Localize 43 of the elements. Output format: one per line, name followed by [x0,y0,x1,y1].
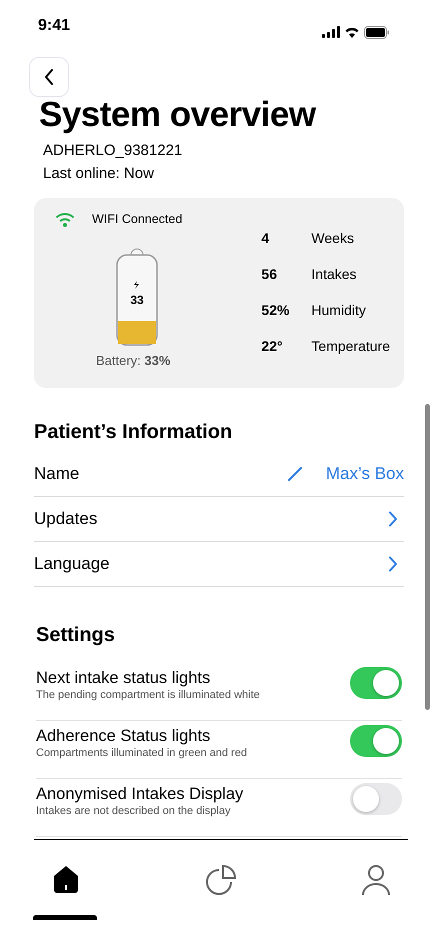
signal-icon [322,26,340,38]
device-id: ADHERLO_9381221 [43,140,184,161]
wifi-icon [344,26,360,38]
back-icon [44,69,54,85]
setting-title: Anonymised Intakes Display [36,784,244,805]
setting-description: The pending compartment is illuminated white [36,688,260,702]
stat-value: 22° [261,336,284,356]
pencil-icon [288,466,302,481]
setting-description: Compartments illuminated in green and red [36,746,247,760]
last-online-text: Last online: Now [43,164,155,184]
setting-title: Next intake status lights [36,668,212,689]
profile-icon [362,864,390,896]
wifi-status: WIFI Connected [92,210,182,228]
row-label: Name [34,463,80,485]
chevron-right-icon[interactable] [388,556,398,572]
stat-value: 52% [261,300,290,320]
row-label: Updates [34,508,98,530]
page-title: System overview [39,97,318,134]
chevron-right-icon[interactable] [388,510,398,527]
stat-label: Temperature [311,336,390,356]
tab-indicator [33,915,97,920]
stat-label: Weeks [311,228,354,248]
stat-value: 56 [261,264,278,284]
name-link[interactable]: Max’s Box [326,461,404,486]
stat-label: Intakes [311,264,357,284]
battery-icon [364,26,390,38]
battery-caption: Battery: 33% [96,352,172,370]
back-button[interactable] [29,57,69,97]
toggle-switch[interactable] [350,724,402,757]
wifi-icon [54,211,76,228]
toggle-switch[interactable] [350,666,402,699]
battery-reading: 33 [130,292,144,306]
setting-title: Adherence Status lights [36,726,212,747]
pie-chart-icon [205,864,237,896]
status-time: 9:41 [38,16,70,36]
section-heading: Settings [36,622,116,647]
home-icon [51,864,81,894]
stat-label: Humidity [311,300,366,320]
stat-value: 4 [261,228,270,248]
toggle-switch[interactable] [350,782,402,815]
section-heading: Patient’s Information [34,420,234,444]
row-label: Language [34,553,110,575]
setting-description: Intakes are not described on the display [36,804,232,818]
